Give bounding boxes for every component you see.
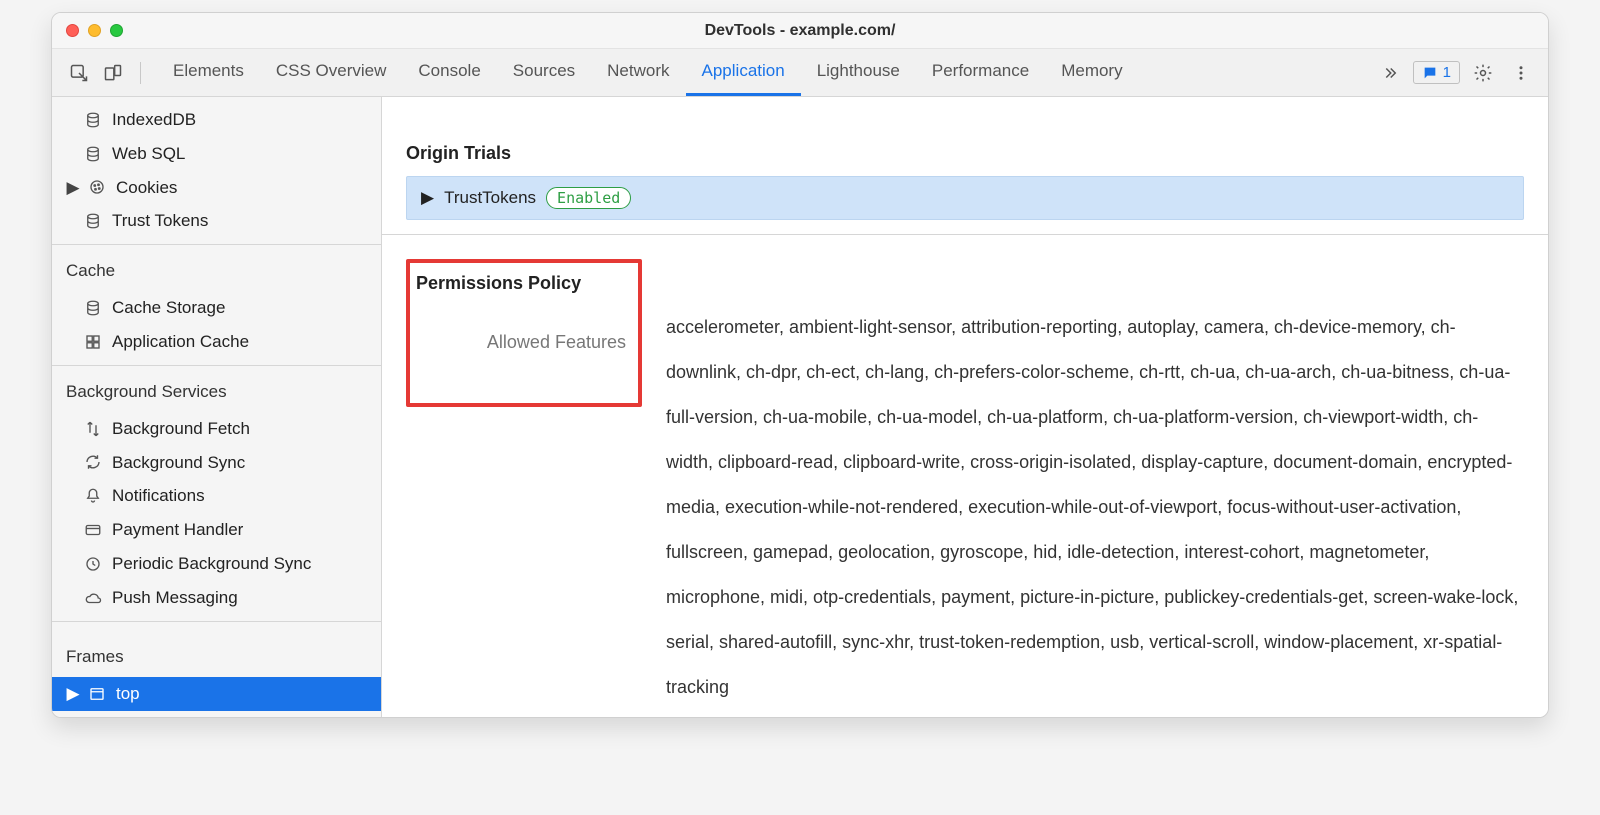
sidebar-item-label: Notifications — [112, 484, 205, 508]
sidebar-item-label: IndexedDB — [112, 108, 196, 132]
sidebar-item-background-fetch[interactable]: Background Fetch — [52, 412, 381, 446]
card-icon — [84, 521, 102, 539]
sidebar-item-label: Web SQL — [112, 142, 185, 166]
sidebar-item-top[interactable]: ▶ top — [52, 677, 381, 711]
sidebar-group-storage: IndexedDB Web SQL ▶ Cookies Trust Tokens — [52, 97, 381, 245]
body: IndexedDB Web SQL ▶ Cookies Trust Tokens Cac… — [52, 97, 1548, 717]
caret-right-icon: ▶ — [68, 176, 78, 200]
sidebar-item-label: Trust Tokens — [112, 209, 208, 233]
sidebar-group-frames: Frames ▶ top — [52, 631, 381, 717]
inspect-element-icon[interactable] — [64, 58, 94, 88]
frame-icon — [88, 685, 106, 703]
kebab-menu-icon[interactable] — [1506, 58, 1536, 88]
origin-trial-status-pill: Enabled — [546, 187, 631, 209]
sidebar-item-payment-handler[interactable]: Payment Handler — [52, 513, 381, 547]
settings-gear-icon[interactable] — [1468, 58, 1498, 88]
tab-performance[interactable]: Performance — [916, 49, 1045, 96]
sidebar-item-label: Periodic Background Sync — [112, 552, 311, 576]
sidebar-item-label: Background Sync — [112, 451, 245, 475]
caret-right-icon: ▶ — [68, 682, 78, 706]
permissions-policy-highlight: Permissions Policy Allowed Features — [406, 259, 642, 407]
tab-console[interactable]: Console — [402, 49, 496, 96]
sidebar-item-cache-storage[interactable]: Cache Storage — [52, 291, 381, 325]
db-icon — [84, 212, 102, 230]
origin-trials-section: Origin Trials ▶ TrustTokens Enabled — [382, 127, 1548, 220]
tab-sources[interactable]: Sources — [497, 49, 591, 96]
origin-trials-title: Origin Trials — [406, 143, 1524, 164]
toolbar-separator — [140, 62, 141, 84]
window-zoom-button[interactable] — [110, 24, 123, 37]
devtools-window: DevTools - example.com/ ElementsCSS Over… — [51, 12, 1549, 718]
sidebar-header-bgservices: Background Services — [52, 372, 381, 412]
permissions-policy-title: Permissions Policy — [416, 273, 581, 294]
cloud-icon — [84, 589, 102, 607]
tab-network[interactable]: Network — [591, 49, 685, 96]
toolbar: ElementsCSS OverviewConsoleSourcesNetwor… — [52, 49, 1548, 97]
tab-elements[interactable]: Elements — [157, 49, 260, 96]
sidebar-item-notifications[interactable]: Notifications — [52, 479, 381, 513]
sidebar-item-trust-tokens[interactable]: Trust Tokens — [52, 204, 381, 238]
bell-icon — [84, 487, 102, 505]
sidebar-header-cache: Cache — [52, 251, 381, 291]
sidebar-item-background-sync[interactable]: Background Sync — [52, 446, 381, 480]
permissions-policy-section: Permissions Policy Allowed Features acce… — [382, 259, 1548, 717]
origin-trial-row[interactable]: ▶ TrustTokens Enabled — [406, 176, 1524, 220]
origin-trial-name: TrustTokens — [444, 188, 536, 208]
clock-icon — [84, 555, 102, 573]
sidebar-item-label: top — [116, 682, 140, 706]
section-divider — [382, 234, 1548, 235]
issues-count: 1 — [1443, 64, 1451, 81]
caret-right-icon: ▶ — [421, 188, 434, 208]
sidebar-group-background-services: Background Services Background Fetch Back… — [52, 366, 381, 622]
sidebar-item-label: Cache Storage — [112, 296, 225, 320]
tab-lighthouse[interactable]: Lighthouse — [801, 49, 916, 96]
window-minimize-button[interactable] — [88, 24, 101, 37]
sidebar-item-label: Push Messaging — [112, 586, 238, 610]
window-title: DevTools - example.com/ — [52, 22, 1548, 40]
titlebar: DevTools - example.com/ — [52, 13, 1548, 49]
sidebar-item-web-sql[interactable]: Web SQL — [52, 137, 381, 171]
sidebar-item-label: Cookies — [116, 176, 177, 200]
traffic-lights — [66, 24, 123, 37]
updown-icon — [84, 420, 102, 438]
tab-application[interactable]: Application — [686, 49, 801, 96]
allowed-features-list: accelerometer, ambient-light-sensor, att… — [666, 259, 1524, 710]
sidebar-item-label: Payment Handler — [112, 518, 243, 542]
db-icon — [84, 111, 102, 129]
device-toolbar-icon[interactable] — [98, 58, 128, 88]
allowed-features-label: Allowed Features — [487, 332, 626, 353]
cookie-icon — [88, 178, 106, 196]
sidebar-item-indexeddb[interactable]: IndexedDB — [52, 103, 381, 137]
sidebar: IndexedDB Web SQL ▶ Cookies Trust Tokens Cac… — [52, 97, 382, 717]
sidebar-group-cache: Cache Cache Storage Application Cache — [52, 245, 381, 366]
sync-icon — [84, 453, 102, 471]
db-icon — [84, 145, 102, 163]
sidebar-header-frames: Frames — [52, 637, 381, 677]
issues-badge[interactable]: 1 — [1413, 61, 1460, 84]
db-icon — [84, 299, 102, 317]
panel-tabs: ElementsCSS OverviewConsoleSourcesNetwor… — [157, 49, 1371, 96]
content-pane: Origin Trials ▶ TrustTokens Enabled Perm… — [382, 97, 1548, 717]
tab-css-overview[interactable]: CSS Overview — [260, 49, 403, 96]
grid-icon — [84, 333, 102, 351]
sidebar-item-label: Background Fetch — [112, 417, 250, 441]
sidebar-item-cookies[interactable]: ▶ Cookies — [52, 171, 381, 205]
window-close-button[interactable] — [66, 24, 79, 37]
sidebar-item-periodic-background-sync[interactable]: Periodic Background Sync — [52, 547, 381, 581]
sidebar-item-application-cache[interactable]: Application Cache — [52, 325, 381, 359]
more-tabs-icon[interactable] — [1375, 58, 1405, 88]
sidebar-item-label: Application Cache — [112, 330, 249, 354]
tab-memory[interactable]: Memory — [1045, 49, 1138, 96]
sidebar-item-push-messaging[interactable]: Push Messaging — [52, 581, 381, 615]
